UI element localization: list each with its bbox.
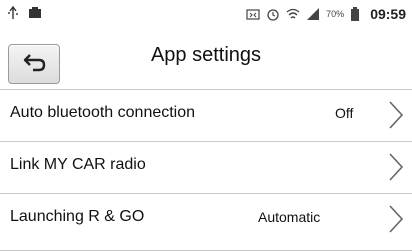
- app-bar: App settings: [0, 30, 412, 86]
- battery-percent: 70%: [326, 9, 345, 19]
- usb-icon: [6, 5, 20, 20]
- setting-launching-r-and-go[interactable]: Launching R & GO Automatic: [0, 193, 412, 251]
- alarm-icon: [266, 7, 280, 21]
- status-bar: 70% 09:59: [0, 0, 412, 30]
- status-clock: 09:59: [370, 6, 406, 22]
- setting-link-my-car-radio[interactable]: Link MY CAR radio: [0, 141, 412, 193]
- setting-label: Launching R & GO: [10, 208, 145, 225]
- setting-value: Off: [335, 105, 354, 121]
- page-title: App settings: [150, 44, 262, 66]
- chevron-right-icon: [389, 101, 404, 129]
- wifi-icon: [286, 7, 300, 21]
- battery-icon: [350, 7, 364, 21]
- screenshot-icon: [246, 7, 260, 21]
- settings-list: Auto bluetooth connection Off Link MY CA…: [0, 89, 412, 251]
- chevron-right-icon: [389, 153, 404, 181]
- setting-value: Automatic: [258, 209, 321, 225]
- chevron-right-icon: [389, 205, 404, 233]
- signal-icon: [306, 7, 320, 21]
- setting-label: Auto bluetooth connection: [10, 104, 196, 121]
- sd-card-icon: [28, 6, 42, 20]
- setting-label: Link MY CAR radio: [10, 156, 146, 173]
- setting-auto-bluetooth[interactable]: Auto bluetooth connection Off: [0, 89, 412, 141]
